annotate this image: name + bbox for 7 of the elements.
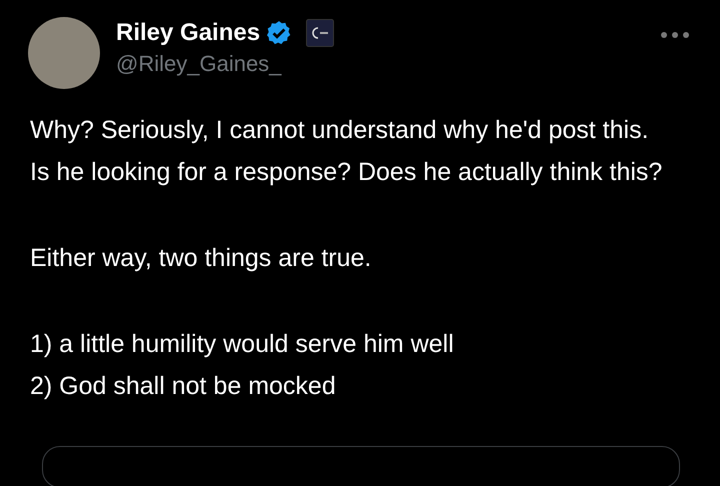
- post-paragraph: Why? Seriously, I cannot understand why he'd post this. Is he looking for a response? Does he actually think this?: [30, 115, 664, 188]
- more-options-icon[interactable]: [660, 31, 690, 39]
- author-name[interactable]: Riley Gaines: [116, 19, 260, 47]
- post-paragraph: 1) a little humility would serve him well 2) God shall not be mocked: [30, 329, 455, 402]
- author-handle[interactable]: @Riley_Gaines_: [116, 51, 334, 77]
- affiliation-logo-icon[interactable]: [306, 19, 334, 47]
- post-paragraph: Either way, two things are true.: [30, 243, 372, 274]
